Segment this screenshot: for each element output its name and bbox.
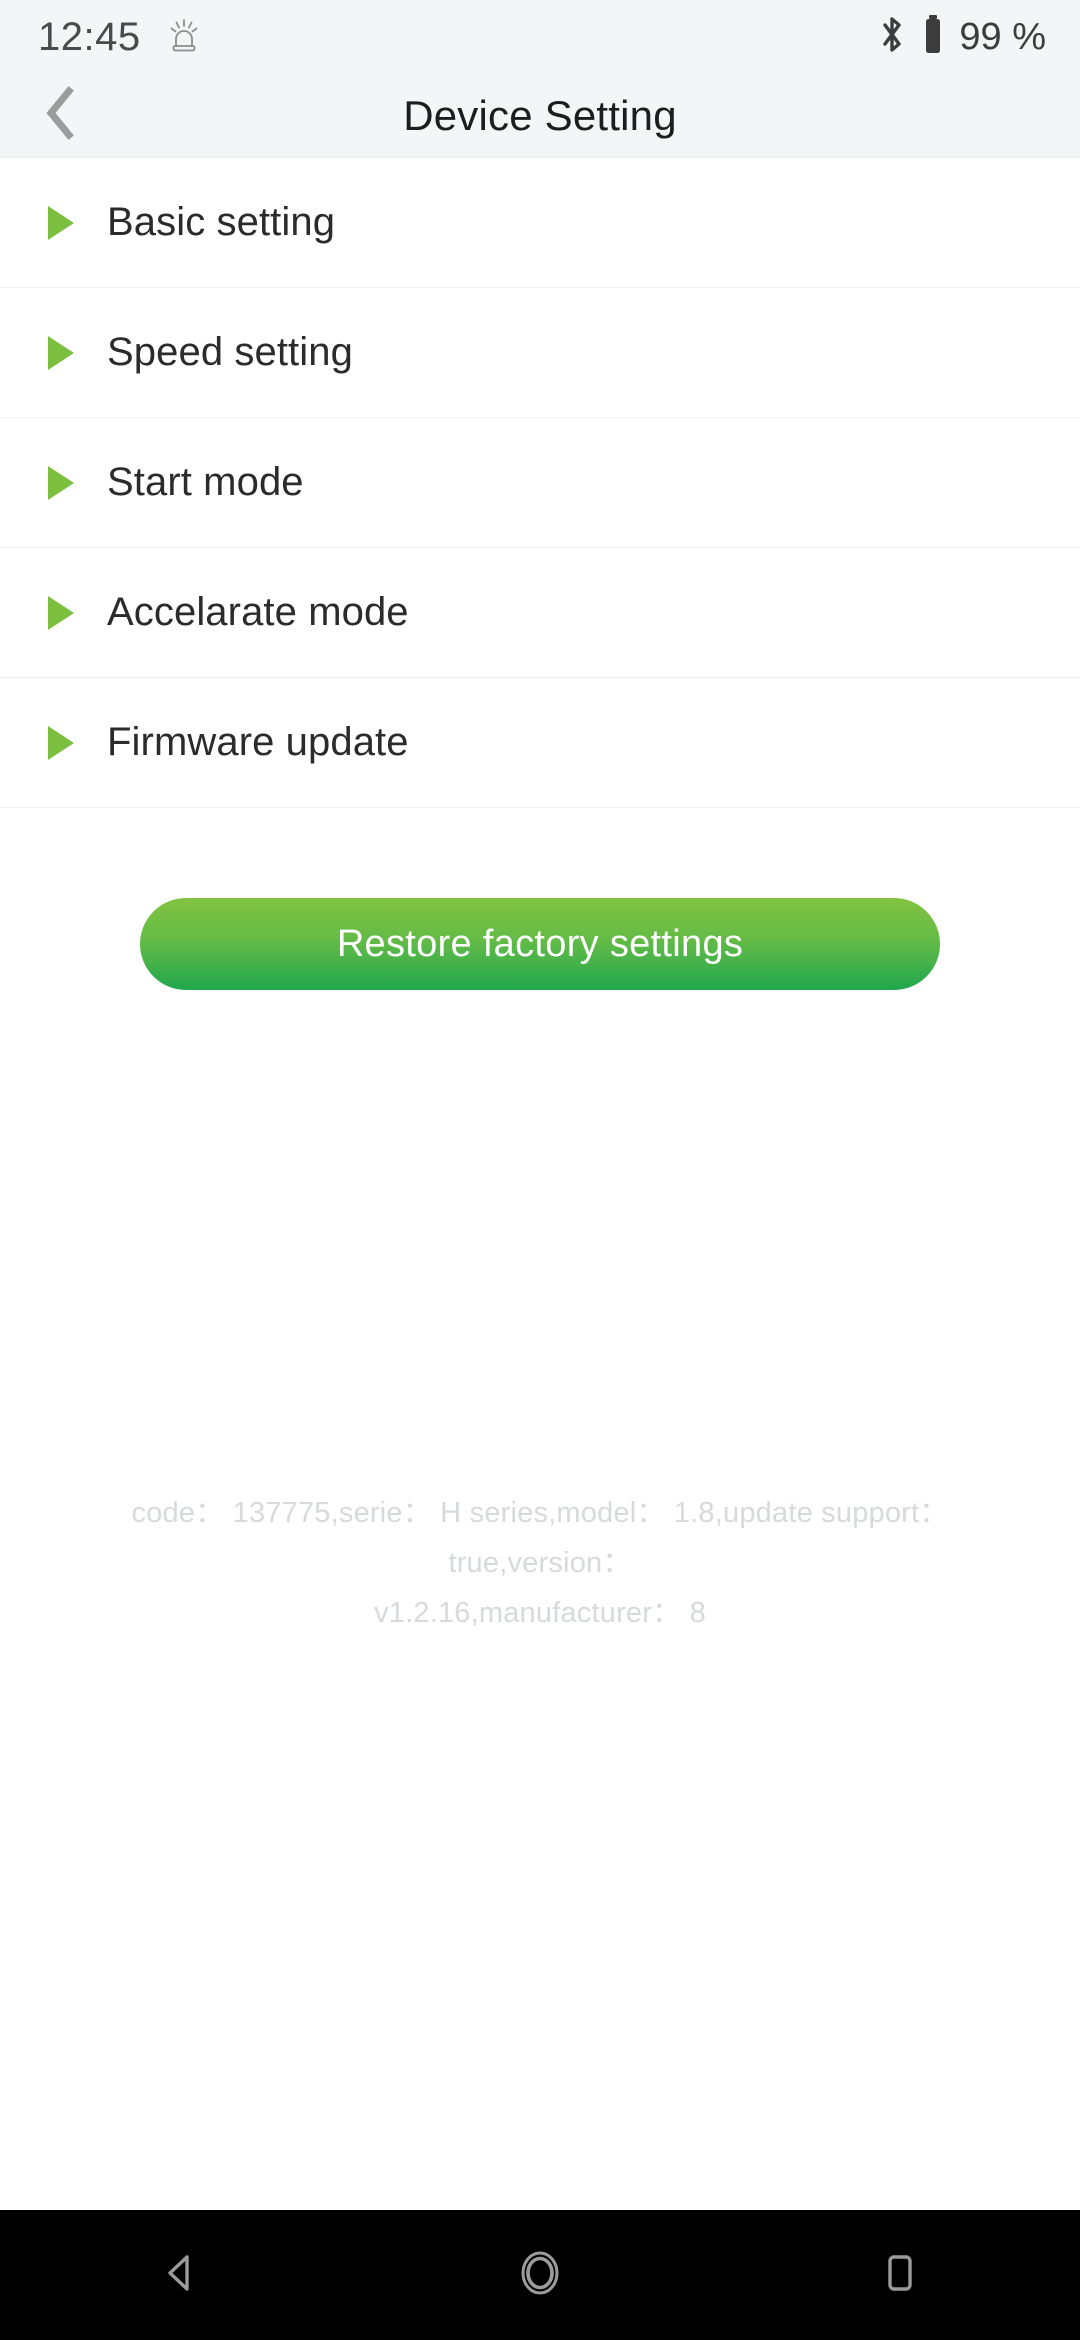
status-bar-right: 99 % <box>877 13 1046 62</box>
list-item-firmware-update[interactable]: Firmware update <box>0 678 1080 808</box>
device-info-text: code： 137775,serie： H series,model： 1.8,… <box>0 1488 1080 1638</box>
list-item-label: Start mode <box>107 460 304 504</box>
nav-recents-button[interactable] <box>810 2210 990 2340</box>
list-item-basic-setting[interactable]: Basic setting <box>0 158 1080 288</box>
triangle-right-icon <box>48 465 74 500</box>
page-title: Device Setting <box>403 91 677 139</box>
status-bar: 12:45 99 % <box>0 0 1080 74</box>
list-item-label: Firmware update <box>107 720 409 764</box>
bluetooth-icon <box>877 14 907 61</box>
triangle-right-icon <box>48 595 74 630</box>
status-clock: 12:45 <box>38 15 141 59</box>
android-navigation-bar <box>0 2210 1080 2340</box>
nav-home-button[interactable] <box>450 2210 630 2340</box>
device-info-line-2: v1.2.16,manufacturer： 8 <box>374 1597 706 1629</box>
chevron-left-icon <box>41 85 81 146</box>
nav-back-button[interactable] <box>90 2210 270 2340</box>
back-button[interactable] <box>18 74 104 158</box>
alarm-beacon-icon <box>167 17 201 58</box>
list-item-speed-setting[interactable]: Speed setting <box>0 288 1080 418</box>
battery-percent-label: 99 % <box>959 16 1046 58</box>
nav-recents-square-icon <box>876 2247 924 2304</box>
restore-button-container: Restore factory settings <box>0 808 1080 990</box>
nav-back-triangle-icon <box>154 2247 206 2304</box>
settings-list: Basic setting Speed setting Start mode A… <box>0 158 1080 808</box>
list-item-label: Speed setting <box>107 330 353 374</box>
list-item-start-mode[interactable]: Start mode <box>0 418 1080 548</box>
triangle-right-icon <box>48 725 74 760</box>
restore-factory-settings-button[interactable]: Restore factory settings <box>140 898 940 990</box>
device-info-line-1: code： 137775,serie： H series,model： 1.8,… <box>131 1497 949 1579</box>
list-item-accelarate-mode[interactable]: Accelarate mode <box>0 548 1080 678</box>
status-bar-left: 12:45 <box>38 17 201 58</box>
triangle-right-icon <box>48 335 74 370</box>
list-item-label: Accelarate mode <box>107 590 409 634</box>
app-bar: Device Setting <box>0 74 1080 158</box>
battery-full-icon <box>921 13 945 62</box>
list-item-label: Basic setting <box>107 200 336 244</box>
triangle-right-icon <box>48 205 74 240</box>
phone-screen: 12:45 99 % Device Setting Basic setting … <box>0 0 1080 2340</box>
nav-home-circle-icon <box>510 2243 570 2308</box>
